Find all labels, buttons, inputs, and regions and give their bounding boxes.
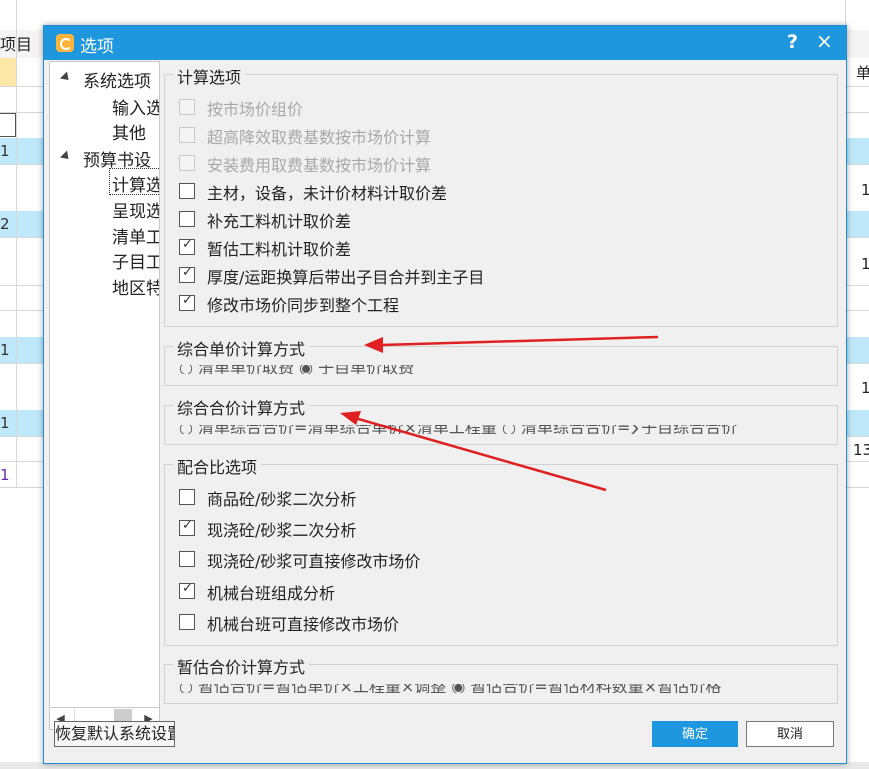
annotation-arrow-unit-price	[364, 335, 659, 353]
annotation-arrow-total-price	[340, 411, 607, 492]
annotation-arrows	[340, 335, 659, 492]
